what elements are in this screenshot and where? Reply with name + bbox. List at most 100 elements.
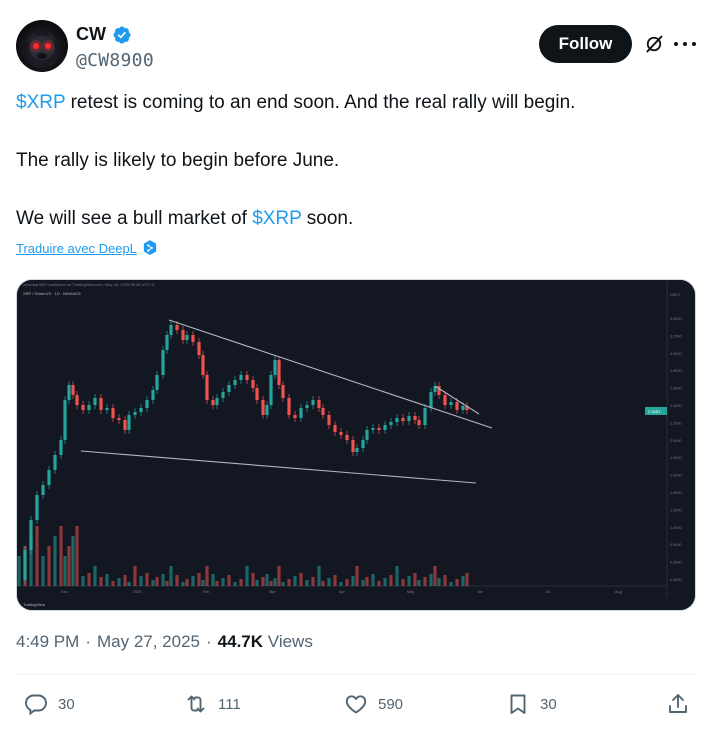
more-icon[interactable] (674, 34, 696, 54)
volume-bar (93, 566, 97, 586)
y-tick-label: 0.6000 (670, 561, 682, 565)
tweet-line-2: The rally is likely to begin before June… (16, 150, 340, 171)
candle-body (351, 440, 355, 452)
candle-body (63, 400, 67, 440)
y-tick-label: 0.8000 (670, 543, 682, 547)
volume-bar (53, 536, 57, 586)
y-tick-label: 1.2000 (670, 508, 682, 512)
volume-bar (239, 579, 243, 586)
volume-bar (423, 577, 427, 586)
volume-bar (41, 556, 45, 586)
candle-body (299, 408, 303, 418)
volume-bar (221, 578, 225, 586)
volume-bar (365, 577, 369, 586)
divider (16, 674, 696, 675)
candle-body (205, 375, 209, 400)
candle-body (423, 408, 427, 425)
reply-button[interactable]: 30 (24, 692, 75, 716)
volume-bar (287, 579, 291, 586)
y-tick-label: 1.8000 (670, 456, 682, 460)
repost-button[interactable]: 111 (184, 692, 241, 716)
candle-body (361, 440, 365, 448)
volume-bar (327, 578, 331, 586)
candle-body (233, 380, 237, 385)
x-tick-label: Dec (61, 590, 68, 594)
candle-body (161, 350, 165, 375)
display-name[interactable]: CW (76, 24, 106, 45)
candle-body (145, 400, 149, 408)
candle-body (99, 398, 103, 410)
reply-count: 30 (58, 695, 75, 713)
tweet-actions: 30 111 590 30 (16, 684, 696, 724)
avatar[interactable] (16, 20, 68, 72)
candle-body (201, 355, 205, 375)
candle-body (191, 335, 195, 342)
volume-bar (17, 556, 21, 586)
volume-bar (185, 579, 189, 586)
candle-body (261, 400, 265, 415)
candle-body (47, 470, 51, 485)
volume-bar (255, 580, 259, 586)
y-tick-label: 2.2000 (670, 421, 682, 425)
volume-bar (245, 566, 249, 586)
deepl-icon (143, 240, 157, 255)
like-count: 590 (378, 695, 404, 713)
candle-body (127, 415, 131, 430)
candle-body (41, 485, 45, 495)
meta-separator: · (85, 632, 91, 651)
tweet-meta: 4:49 PM · May 27, 2025 · 44.7K Views (16, 632, 313, 652)
candle-body (81, 405, 85, 410)
y-tick-label: 2.4000 (670, 404, 682, 408)
volume-bar (161, 574, 165, 586)
x-tick-label: Jun (477, 590, 483, 594)
candle-body (59, 440, 63, 455)
chart-image[interactable]: crocobar0907 published on TradingView.co… (16, 279, 696, 611)
volume-bar (437, 578, 441, 586)
volume-bar (35, 526, 39, 586)
candle-body (29, 520, 33, 550)
candle-body (287, 398, 291, 415)
candle-body (117, 418, 121, 420)
volume-bar (105, 574, 109, 586)
cashtag-link[interactable]: $XRP (252, 208, 301, 229)
volume-bar (71, 536, 75, 586)
cashtag-link[interactable]: $XRP (16, 92, 65, 113)
tweet-date[interactable]: May 27, 2025 (97, 632, 200, 652)
follow-button[interactable]: Follow (539, 25, 632, 63)
candle-body (449, 402, 453, 405)
candle-body (317, 400, 321, 408)
volume-bar (413, 573, 417, 586)
tweet-time[interactable]: 4:49 PM (16, 632, 79, 652)
volume-bar (191, 576, 195, 586)
candle-body (429, 392, 433, 408)
candle-body (293, 415, 297, 418)
x-tick-label: May (407, 590, 414, 594)
tradingview-watermark: TradingView (23, 602, 45, 607)
volume-bar (317, 566, 321, 586)
volume-bar (449, 582, 453, 586)
like-button[interactable]: 590 (344, 692, 403, 716)
candle-body (407, 416, 411, 421)
volume-bar (201, 580, 205, 586)
grok-slash-icon[interactable] (644, 34, 664, 54)
tweet-text: $XRP retest is coming to an end soon. An… (16, 90, 696, 232)
translate-row: Traduire avec DeepL (16, 240, 157, 256)
volume-bar (269, 581, 273, 586)
author-name-row[interactable]: CW (76, 24, 132, 45)
handle[interactable]: @CW8900 (76, 50, 154, 71)
translate-link[interactable]: Traduire avec DeepL (16, 241, 137, 256)
share-icon (669, 694, 687, 713)
volume-bar (429, 574, 433, 586)
candle-body (67, 385, 71, 400)
candle-body (345, 435, 349, 440)
bookmark-button[interactable]: 30 (506, 692, 557, 716)
candle-body (75, 395, 79, 405)
volume-bar (293, 576, 297, 586)
heart-icon (345, 695, 367, 714)
candle-body (165, 335, 169, 350)
volume-bar (127, 582, 131, 586)
chart-symbol-text: XRP / TetherUS · 1D · BINANCE (23, 291, 81, 296)
volume-bar (455, 579, 459, 586)
candle-body (355, 448, 359, 452)
share-button[interactable] (666, 692, 690, 716)
